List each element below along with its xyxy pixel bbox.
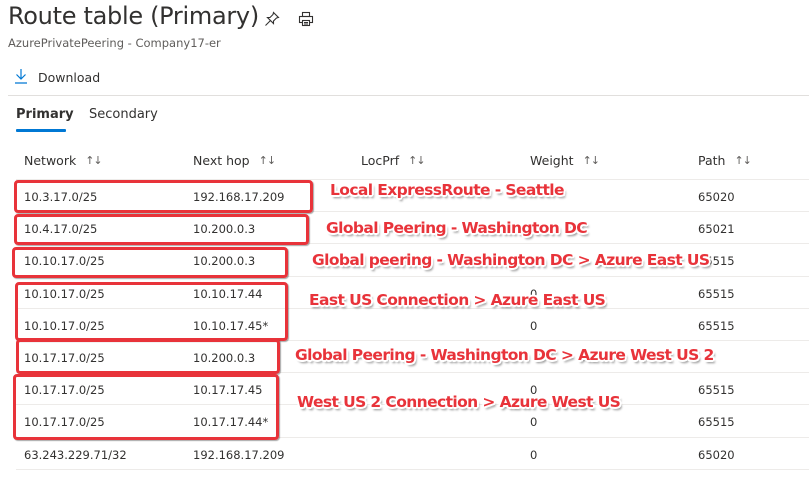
cell-weight: 0 xyxy=(530,447,538,462)
annotation-label: Global Peering - Washington DC xyxy=(326,219,588,237)
download-icon xyxy=(14,68,28,87)
highlight-box xyxy=(15,282,288,341)
annotation-label: West US 2 Connection > Azure West US xyxy=(297,393,621,411)
tab-secondary[interactable]: Secondary xyxy=(89,107,158,122)
download-button[interactable]: Download xyxy=(14,68,100,87)
column-header-locprf[interactable]: LocPrf ↑↓ xyxy=(361,153,426,168)
sort-icon[interactable]: ↑↓ xyxy=(408,154,425,167)
print-icon[interactable] xyxy=(297,10,315,28)
annotation-label: East US Connection > Azure East US xyxy=(309,291,606,309)
highlight-box xyxy=(13,374,279,440)
column-header-next-hop[interactable]: Next hop ↑↓ xyxy=(193,153,276,168)
column-label: LocPrf xyxy=(361,153,400,168)
sort-icon[interactable]: ↑↓ xyxy=(259,154,276,167)
column-label: Weight xyxy=(530,153,574,168)
column-header-path[interactable]: Path ↑↓ xyxy=(698,153,752,168)
row-divider xyxy=(16,469,809,470)
highlight-box xyxy=(16,339,280,374)
download-label: Download xyxy=(38,70,101,85)
column-header-weight[interactable]: Weight ↑↓ xyxy=(530,153,600,168)
cell-path: 65020 xyxy=(698,447,735,462)
highlight-box xyxy=(14,214,309,245)
highlight-box xyxy=(12,247,288,278)
cell-path: 65515 xyxy=(698,383,735,398)
cell-path: 65515 xyxy=(698,286,735,301)
cell-path: 65021 xyxy=(698,222,735,237)
highlight-box xyxy=(14,180,313,213)
annotation-label: Global peering - Washington DC > Azure E… xyxy=(312,251,710,269)
cell-path: 65020 xyxy=(698,190,735,204)
cell-next-hop: 192.168.17.209 xyxy=(193,447,285,462)
column-label: Path xyxy=(698,153,726,168)
cell-weight: 0 xyxy=(530,415,538,430)
annotation-label: Local ExpressRoute - Seattle xyxy=(330,181,565,199)
tab-primary[interactable]: Primary xyxy=(16,107,74,122)
cell-path: 65515 xyxy=(698,318,735,333)
cell-path: 65515 xyxy=(698,415,735,430)
toolbar-divider xyxy=(8,95,809,96)
column-label: Next hop xyxy=(193,153,250,168)
sort-icon[interactable]: ↑↓ xyxy=(583,154,600,167)
column-label: Network xyxy=(24,153,77,168)
page-title: Route table (Primary) xyxy=(8,2,259,30)
sort-icon[interactable]: ↑↓ xyxy=(734,154,751,167)
page-subtitle: AzurePrivatePeering - Company17-er xyxy=(8,36,221,50)
column-header-network[interactable]: Network ↑↓ xyxy=(24,153,103,168)
pin-icon[interactable] xyxy=(263,10,281,28)
cell-weight: 0 xyxy=(530,318,538,333)
active-tab-indicator xyxy=(16,129,66,132)
sort-icon[interactable]: ↑↓ xyxy=(85,154,102,167)
annotation-label: Global Peering - Washington DC > Azure W… xyxy=(295,346,714,364)
cell-network: 63.243.229.71/32 xyxy=(24,447,127,462)
